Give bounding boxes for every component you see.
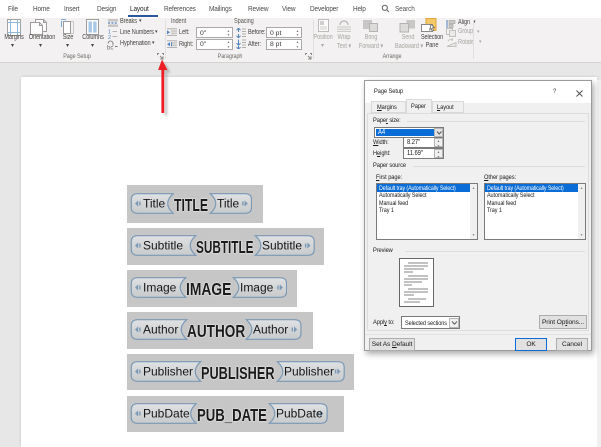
svg-text:Subtitle: Subtitle — [262, 238, 302, 252]
svg-text:Image: Image — [143, 280, 177, 294]
svg-text:bc: bc — [107, 45, 113, 50]
svg-text:PubDate: PubDate — [276, 406, 323, 420]
svg-text:Image: Image — [240, 280, 274, 294]
svg-text:Title: Title — [143, 196, 166, 210]
svg-text:PubDate: PubDate — [143, 406, 190, 420]
svg-text:Subtitle: Subtitle — [143, 238, 183, 252]
svg-text:Title: Title — [217, 196, 240, 210]
svg-text:2: 2 — [108, 35, 111, 39]
svg-text:Publisher: Publisher — [284, 364, 334, 378]
svg-text:Author: Author — [143, 322, 178, 336]
svg-text:Publisher: Publisher — [143, 364, 193, 378]
svg-text:Author: Author — [253, 322, 288, 336]
